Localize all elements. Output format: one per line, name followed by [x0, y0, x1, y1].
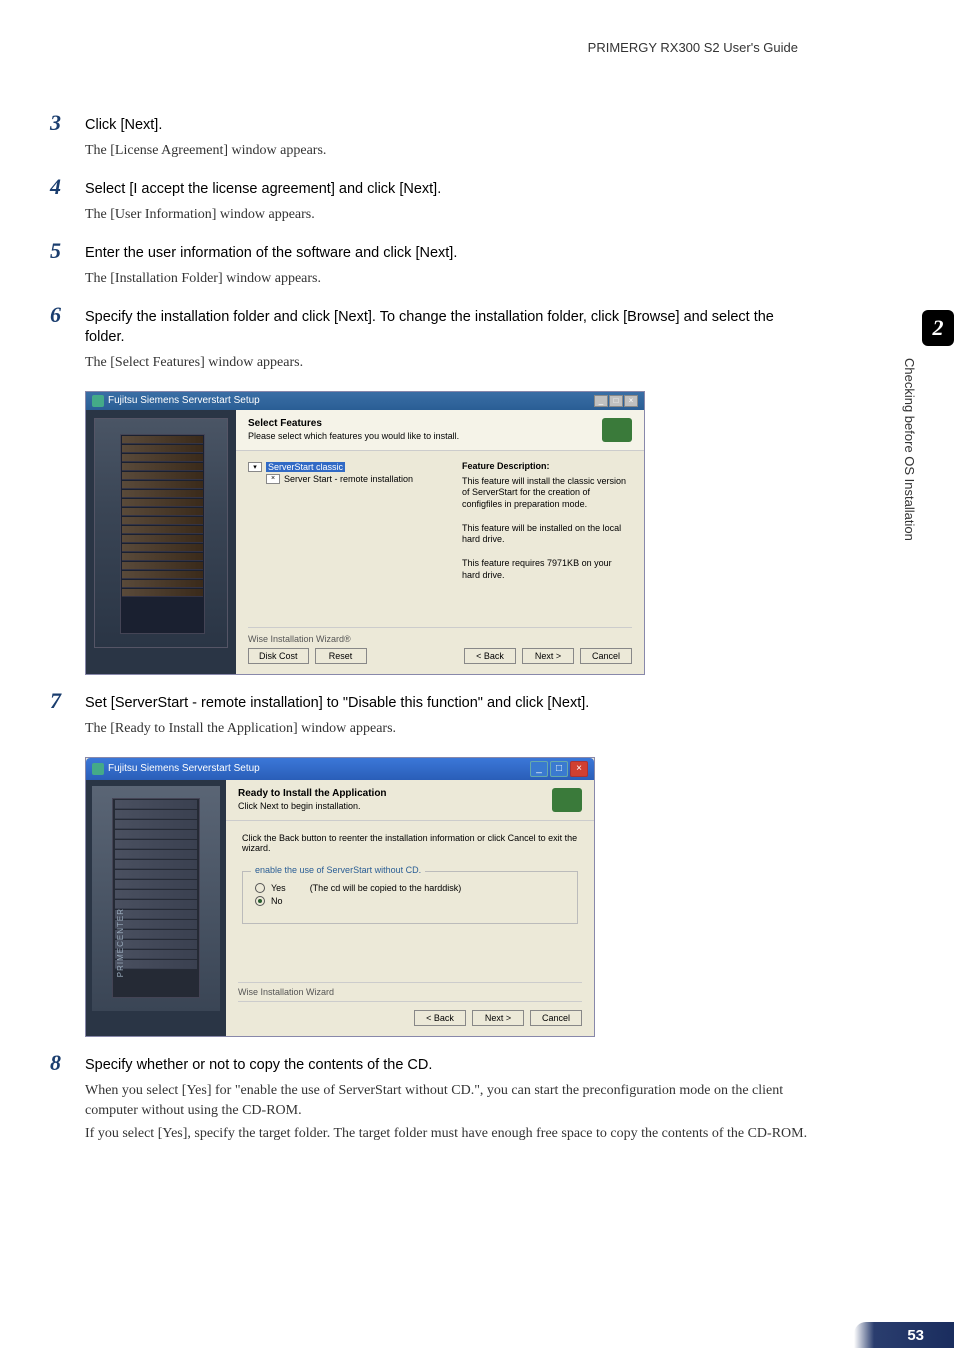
server-rack-image — [94, 418, 228, 648]
wise-label: Wise Installation Wizard — [238, 987, 582, 997]
page-header: PRIMERGY RX300 S2 User's Guide — [50, 40, 808, 55]
close-button[interactable]: × — [570, 761, 588, 777]
minimize-button[interactable]: _ — [594, 395, 608, 407]
radio-no-label: No — [271, 896, 283, 906]
next-button[interactable]: Next > — [472, 1010, 524, 1026]
tree-item-classic[interactable]: ServerStart classic — [266, 462, 345, 472]
app-icon — [92, 395, 104, 407]
dialog2-title: Fujitsu Siemens Serverstart Setup — [108, 763, 260, 774]
dialog1-left-panel — [86, 410, 236, 674]
wise-label: Wise Installation Wizard® — [248, 634, 351, 644]
server-rack-image: PRIMECENTER — [92, 786, 220, 1011]
back-button[interactable]: < Back — [414, 1010, 466, 1026]
radio-no[interactable] — [255, 896, 265, 906]
page-number: 53 — [907, 1327, 924, 1344]
step-8-desc-1: When you select [Yes] for "enable the us… — [85, 1081, 808, 1120]
app-icon — [92, 763, 104, 775]
step-4-title: Select [I accept the license agreement] … — [85, 179, 808, 199]
rack-label: PRIMECENTER — [116, 908, 125, 977]
feature-tree: ▾ ServerStart classic × Server Start - r… — [248, 461, 452, 611]
step-7-desc: The [Ready to Install the Application] w… — [85, 719, 808, 739]
desc-text-1: This feature will install the classic ve… — [462, 476, 632, 511]
desc-text-2: This feature will be installed on the lo… — [462, 523, 632, 546]
step-3-desc: The [License Agreement] window appears. — [85, 141, 808, 161]
maximize-button[interactable]: □ — [609, 395, 623, 407]
step-8-desc-2: If you select [Yes], specify the target … — [85, 1124, 808, 1144]
ready-install-dialog: Fujitsu Siemens Serverstart Setup _ □ × — [85, 757, 595, 1037]
step-number-3: 3 — [50, 110, 61, 136]
step-number-7: 7 — [50, 688, 61, 714]
tree-dropdown-icon[interactable]: ▾ — [248, 462, 262, 472]
maximize-button[interactable]: □ — [550, 761, 568, 777]
disk-cost-button[interactable]: Disk Cost — [248, 648, 309, 664]
step-7-title: Set [ServerStart - remote installation] … — [85, 693, 808, 713]
back-button[interactable]: < Back — [464, 648, 516, 664]
chapter-label: Checking before OS Installation — [902, 348, 935, 548]
next-button[interactable]: Next > — [522, 648, 574, 664]
step-number-8: 8 — [50, 1050, 61, 1076]
enable-cd-groupbox: enable the use of ServerStart without CD… — [242, 871, 578, 924]
desc-title: Feature Description: — [462, 461, 632, 473]
reset-button[interactable]: Reset — [315, 648, 367, 664]
cancel-button[interactable]: Cancel — [580, 648, 632, 664]
step-number-6: 6 — [50, 302, 61, 328]
step-8-title: Specify whether or not to copy the conte… — [85, 1055, 808, 1075]
radio-yes-label: Yes — [271, 883, 286, 893]
step-6-desc: The [Select Features] window appears. — [85, 353, 808, 373]
step-number-4: 4 — [50, 174, 61, 200]
dialog2-titlebar: Fujitsu Siemens Serverstart Setup _ □ × — [86, 758, 594, 780]
tree-disable-icon[interactable]: × — [266, 474, 280, 484]
step-number-5: 5 — [50, 238, 61, 264]
dialog1-header-title: Select Features — [248, 418, 459, 429]
serverstart-logo — [552, 788, 582, 812]
page-footer: 53 — [854, 1322, 954, 1348]
dialog1-title: Fujitsu Siemens Serverstart Setup — [108, 395, 260, 406]
dialog2-header-title: Ready to Install the Application — [238, 788, 387, 799]
groupbox-title: enable the use of ServerStart without CD… — [251, 865, 425, 875]
minimize-button[interactable]: _ — [530, 761, 548, 777]
step-6-title: Specify the installation folder and clic… — [85, 307, 808, 348]
step-5-title: Enter the user information of the softwa… — [85, 243, 808, 263]
step-5-desc: The [Installation Folder] window appears… — [85, 269, 808, 289]
cancel-button[interactable]: Cancel — [530, 1010, 582, 1026]
side-tab: 2 Checking before OS Installation — [902, 310, 954, 548]
desc-text-3: This feature requires 7971KB on your har… — [462, 558, 632, 581]
dialog2-left-panel: PRIMECENTER — [86, 780, 226, 1036]
serverstart-logo — [602, 418, 632, 442]
close-button[interactable]: × — [624, 395, 638, 407]
chapter-badge: 2 — [922, 310, 954, 346]
feature-description: Feature Description: This feature will i… — [462, 461, 632, 611]
tree-item-remote[interactable]: Server Start - remote installation — [284, 474, 413, 484]
select-features-dialog: Fujitsu Siemens Serverstart Setup _ □ × — [85, 391, 645, 675]
dialog1-titlebar: Fujitsu Siemens Serverstart Setup _ □ × — [86, 392, 644, 410]
radio-yes-note: (The cd will be copied to the harddisk) — [310, 883, 462, 893]
dialog1-header-sub: Please select which features you would l… — [248, 431, 459, 441]
radio-yes[interactable] — [255, 883, 265, 893]
chapter-number: 2 — [933, 315, 944, 341]
dialog2-content-text: Click the Back button to reenter the ins… — [242, 833, 578, 853]
dialog2-header-sub: Click Next to begin installation. — [238, 801, 387, 811]
step-4-desc: The [User Information] window appears. — [85, 205, 808, 225]
step-3-title: Click [Next]. — [85, 115, 808, 135]
